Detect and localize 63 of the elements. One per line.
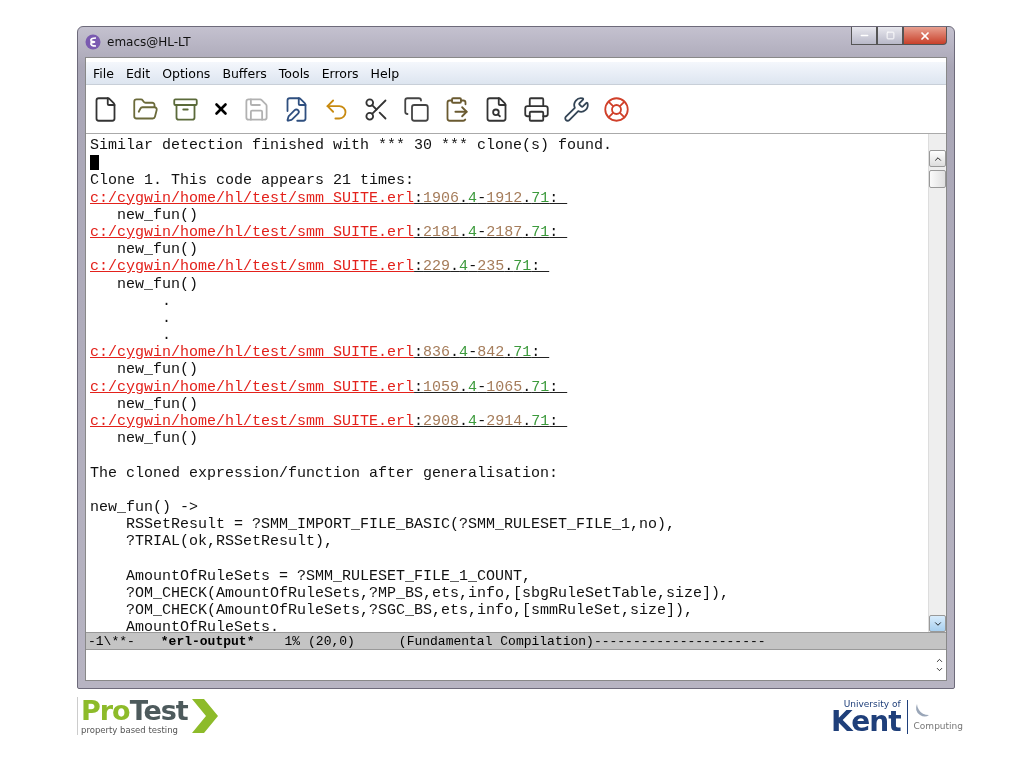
buffer-text: new_fun() [116, 430, 199, 448]
lifebuoy-icon[interactable] [603, 95, 630, 123]
line-range: :229.4-235.71: [414, 258, 542, 276]
text-cursor [90, 155, 99, 171]
file-link[interactable]: c:/cygwin/home/hl/test/smm_SUITE.erl [90, 413, 415, 430]
buffer-text: ?OM_CHECK(AmountOfRuleSets,?MP_BS,ets,info,[sbgRuleSetTable,size]), [125, 584, 730, 602]
scrollbar[interactable] [928, 134, 946, 632]
menu-item[interactable]: Edit [120, 65, 156, 81]
line-range: :2181.4-2187.71: [414, 223, 560, 241]
logo-text: University of [843, 699, 901, 709]
chevron-icon [191, 699, 218, 733]
buffer-text: . [161, 292, 171, 310]
cursor-position: (20,0) [308, 633, 355, 649]
mode-line-fill: ---------------------- [593, 633, 766, 649]
menu-item[interactable]: Options [157, 65, 216, 81]
file-link[interactable]: c:/cygwin/home/hl/test/smm_SUITE.erl [90, 378, 415, 396]
menu-item[interactable]: File [88, 65, 119, 81]
file-link[interactable]: c:/cygwin/home/hl/test/smm_SUITE.erl [90, 189, 415, 207]
menu-item[interactable]: Help [365, 65, 405, 81]
window-title: emacs@HL-LT [107, 35, 191, 49]
maximize-button[interactable] [877, 27, 903, 45]
logo-text: Kent [831, 709, 901, 735]
emacs-icon [85, 34, 101, 50]
buffer-text: The cloned expression/function after generalisation: [90, 464, 559, 482]
close-button[interactable] [903, 27, 947, 45]
minimize-button[interactable] [851, 27, 877, 45]
copy-icon[interactable] [403, 95, 430, 123]
file-link[interactable]: c:/cygwin/home/hl/test/smm_SUITE.erl [90, 344, 415, 362]
logo-text: Pro [81, 695, 130, 726]
menu-item[interactable]: Errors [316, 65, 364, 81]
cabinet-icon[interactable] [172, 95, 199, 123]
scroll-percent: 1% [284, 633, 301, 649]
buffer-text: new_fun() [116, 241, 199, 259]
line-range: :836.4-842.71: [414, 344, 542, 362]
buffer-text: ?OM_CHECK(AmountOfRuleSets,?SGC_BS,ets,info,[smmRuleSet,size]), [125, 602, 694, 620]
buffer-text: new_fun() [116, 395, 199, 413]
swoosh-icon [913, 703, 930, 719]
close-icon[interactable] [212, 100, 230, 118]
buffer-text: ?TRIAL(ok,RSSetResult), [125, 533, 334, 551]
major-mode: (Fundamental Compilation) [398, 633, 594, 649]
buffer-text: . [161, 309, 171, 327]
scroll-thumb[interactable] [929, 170, 946, 188]
buffer-text: new_fun() -> [90, 498, 199, 516]
file-link[interactable]: c:/cygwin/home/hl/test/smm_SUITE.erl [90, 223, 415, 241]
tools-icon[interactable] [563, 95, 590, 123]
menu-item[interactable]: Buffers [217, 65, 272, 81]
file-link[interactable]: c:/cygwin/home/hl/test/smm_SUITE.erl [90, 258, 415, 276]
logo-text: Computing [913, 721, 963, 731]
logo-text: Test [129, 695, 188, 726]
line-range: :1059.4-1065.71: [414, 378, 560, 396]
buffer-text: new_fun() [116, 206, 199, 224]
buffer-text: Similar detection finished with *** 30 *** clone(s) found. [90, 137, 613, 154]
buffer-text: AmountOfRuleSets = ?SMM_RULESET_FILE_1_COUNT, [125, 567, 532, 585]
buffer-text: . [161, 327, 171, 345]
menu-item[interactable]: Tools [273, 65, 315, 81]
line-range: :1906.4-1912.71: [414, 189, 560, 207]
printer-icon[interactable] [523, 95, 550, 123]
buffer-text: new_fun() [116, 275, 199, 293]
buffer-text: RSSetResult = ?SMM_IMPORT_FILE_BASIC(?SMM_RULESET_FILE_1,no), [125, 516, 676, 534]
line-range: :2908.4-2914.71: [414, 413, 560, 430]
buffer-text: new_fun() [116, 361, 199, 379]
buffer-text: Clone 1. This code appears 21 times: [90, 172, 415, 190]
logo-tagline: property based testing [81, 725, 179, 735]
